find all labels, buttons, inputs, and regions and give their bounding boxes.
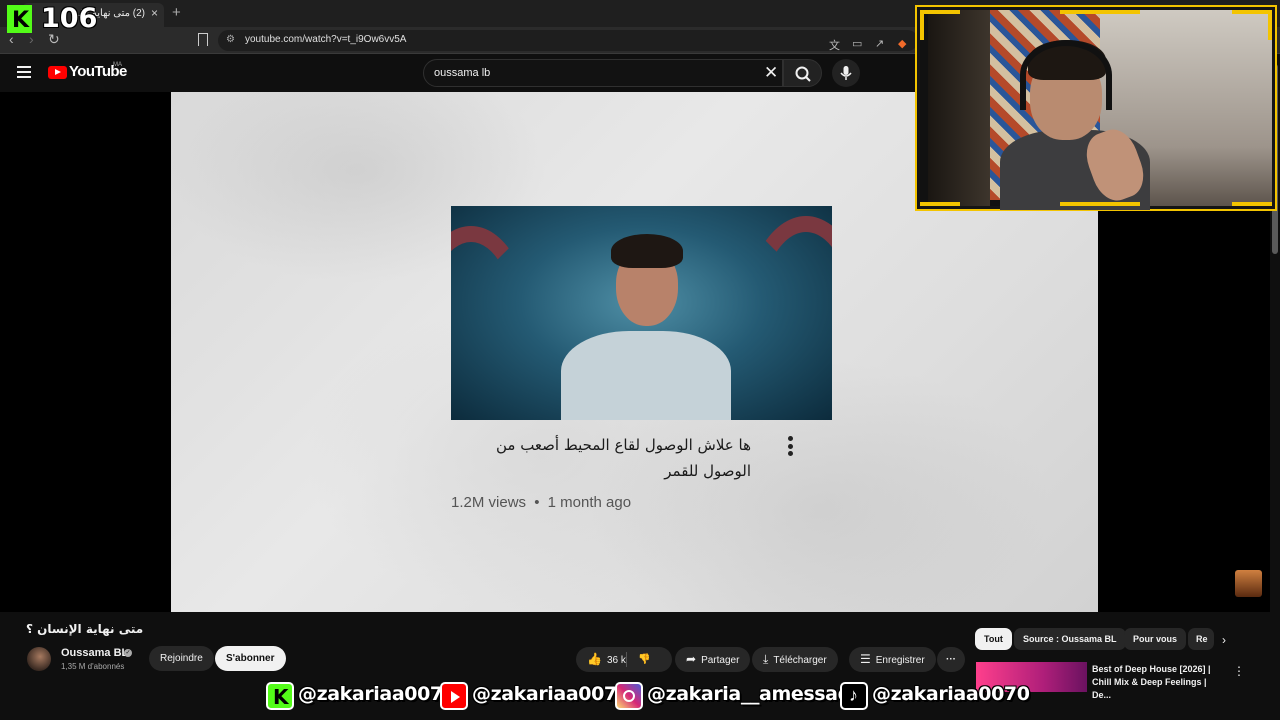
video-card-meta: 1.2M views • 1 month ago <box>451 494 631 511</box>
chip-more[interactable]: Re <box>1188 628 1214 650</box>
join-button[interactable]: Rejoindre <box>149 646 214 671</box>
clear-search-icon[interactable]: ✕ <box>764 63 778 83</box>
kick-logo-icon: K <box>7 5 32 33</box>
cast-icon[interactable]: ▭ <box>852 37 862 50</box>
tentacle-right <box>741 216 832 420</box>
like-dislike-group: 👍 36 k 👎 <box>576 647 672 672</box>
viewer-count: 106 <box>41 3 98 34</box>
video-card-title: ها علاش الوصول لقاع المحيط أصعب من الوصو… <box>495 436 751 480</box>
download-icon: ⤓ <box>763 652 769 666</box>
subscriber-count: 1,35 M d'abonnés <box>61 662 125 671</box>
video-card-menu-icon <box>788 436 794 460</box>
video-card-age: 1 month ago <box>547 494 632 511</box>
video-card-views: 1.2M views <box>451 494 527 511</box>
like-count[interactable]: 36 k <box>607 655 626 666</box>
youtube-icon <box>440 682 468 710</box>
save-playlist-icon: ☰ <box>860 652 871 666</box>
search-button[interactable] <box>783 59 822 87</box>
hud-corner <box>920 202 960 206</box>
tiktok-handle: @zakariaa0070 <box>872 683 1030 705</box>
instagram-icon <box>615 682 643 710</box>
microphone-icon <box>840 66 852 80</box>
hud-corner <box>920 10 924 40</box>
hud-corner <box>1232 10 1272 14</box>
search-icon <box>795 66 811 82</box>
country-code: MA <box>113 62 122 68</box>
recommendation-title[interactable]: Best of Deep House [2026] | Chill Mix & … <box>1092 663 1227 702</box>
brave-shield-icon[interactable]: ◆ <box>898 37 906 50</box>
chip-all[interactable]: Tout <box>975 628 1012 650</box>
search-value[interactable]: oussama lb <box>434 67 490 79</box>
social-handles-banner: K @zakariaa007 @zakariaa007 @zakaria__am… <box>266 680 1030 714</box>
share-label: Partager <box>701 655 740 666</box>
save-label: Enregistrer <box>875 655 925 666</box>
subscribe-button[interactable]: S'abonner <box>215 646 286 671</box>
download-button[interactable]: ⤓ Télécharger <box>752 647 838 672</box>
url-box[interactable]: ⚙ youtube.com/watch?v=t_i9Ow6vv5A 文 ▭ ↗ … <box>218 30 918 53</box>
save-button[interactable]: ☰ Enregistrer <box>849 647 936 672</box>
person-shirt <box>561 331 731 420</box>
hud-bar <box>1060 202 1140 206</box>
youtube-handle: @zakariaa007 <box>472 683 617 705</box>
bookmark-icon[interactable] <box>198 33 208 46</box>
verified-badge-icon: ✓ <box>124 649 132 657</box>
back-icon[interactable]: ‹ <box>9 31 14 47</box>
tab-close-icon[interactable]: × <box>151 6 158 20</box>
headset-icon <box>1020 40 1112 110</box>
hud-bar <box>1060 10 1140 14</box>
tentacle-left <box>451 226 531 420</box>
like-icon[interactable]: 👍 <box>587 652 602 666</box>
kick-logo-letter: K <box>12 8 30 33</box>
meta-separator: • <box>534 494 540 511</box>
channel-name[interactable]: Oussama BL <box>61 647 128 659</box>
new-tab-icon[interactable]: + <box>172 4 181 21</box>
voice-search-button[interactable] <box>832 59 860 87</box>
webcam-overlay <box>915 5 1277 211</box>
dislike-icon[interactable]: 👎 <box>638 647 650 672</box>
kick-icon: K <box>266 682 294 710</box>
chip-for-you[interactable]: Pour vous <box>1124 628 1187 650</box>
hud-corner <box>920 10 960 14</box>
hamburger-menu-icon[interactable] <box>17 66 31 78</box>
recommendation-menu-icon[interactable]: ⋮ <box>1233 664 1245 678</box>
webcam-door <box>928 10 990 206</box>
translate-icon[interactable]: 文 <box>829 37 840 53</box>
search-input[interactable]: oussama lb ✕ <box>423 59 783 87</box>
channel-avatar[interactable] <box>27 647 51 671</box>
forward-icon[interactable]: › <box>29 31 34 47</box>
person-hair <box>611 234 683 268</box>
site-info-icon[interactable]: ⚙ <box>226 34 235 45</box>
chip-source[interactable]: Source : Oussama BL <box>1014 628 1126 650</box>
share-icon[interactable]: ↗ <box>875 37 884 50</box>
share-arrow-icon: ➦ <box>686 652 697 666</box>
instagram-handle: @zakaria__amessad <box>647 683 851 705</box>
chevron-right-icon[interactable]: › <box>1222 633 1226 647</box>
end-screen-avatar[interactable] <box>1235 570 1262 597</box>
hud-corner <box>1232 202 1272 206</box>
download-label: Télécharger <box>773 655 827 666</box>
share-button[interactable]: ➦ Partager <box>675 647 751 672</box>
url-text[interactable]: youtube.com/watch?v=t_i9Ow6vv5A <box>245 34 406 45</box>
kick-handle: @zakariaa007 <box>298 683 443 705</box>
youtube-logo-icon[interactable] <box>48 66 67 79</box>
video-card-thumbnail <box>451 206 832 420</box>
hud-corner <box>1268 10 1272 40</box>
video-title: متى نهاية الإنسان ؟ <box>26 622 144 636</box>
tiktok-icon: ♪ <box>840 682 868 710</box>
more-actions-button[interactable]: ··· <box>937 647 965 672</box>
